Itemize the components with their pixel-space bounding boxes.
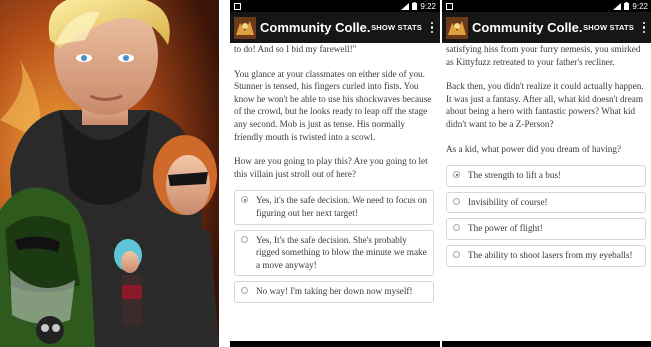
show-stats-button[interactable]: SHOW STATS [371,23,422,32]
app-logo-icon[interactable] [446,16,468,39]
system-nav-bar [230,341,440,347]
choice-option[interactable]: Invisibility of course! [446,191,646,214]
status-time: 9:22 [632,1,648,11]
app-title: Community Colle... [260,20,372,35]
story-paragraph: As a kid, what power did you dream of ha… [446,143,622,154]
radio-selected-icon[interactable] [241,196,248,204]
choice-list: Yes, it's the safe decision. We need to … [234,190,434,303]
system-nav-bar [442,341,651,347]
choice-option[interactable]: Yes, It's the safe decision. She's proba… [234,229,434,277]
radio-selected-icon[interactable] [453,171,460,179]
status-bar: 9:22 [230,0,440,12]
app-bar: Community Colle... SHOW STATS [230,12,440,43]
choice-option[interactable]: The ability to shoot lasers from my eyeb… [446,244,646,267]
choice-label: The ability to shoot lasers from my eyeb… [468,249,633,260]
choice-label: The strength to lift a bus! [468,170,562,181]
choice-list: The strength to lift a bus! Invisibility… [446,165,646,267]
signal-icon [401,2,410,10]
signal-icon [613,2,622,10]
show-stats-button[interactable]: SHOW STATS [583,23,634,32]
phone-screen-right: 9:22 Community Colle... SHOW STATS satis… [442,0,651,347]
story-text: to do! And so I bid my farewell!" You gl… [230,43,440,303]
story-paragraph: How are you going to play this? Are you … [234,156,428,179]
choice-label: Yes, it's the safe decision. We need to … [256,195,428,218]
app-title: Community Colle... [472,20,584,35]
battery-icon [412,2,418,10]
app-bar: Community Colle... SHOW STATS [442,12,651,43]
choice-option[interactable]: The strength to lift a bus! [446,165,646,187]
overflow-menu-icon[interactable] [428,21,436,34]
story-paragraph: Back then, you didn't realize it could a… [446,81,644,129]
cover-artwork [0,0,219,347]
choice-option[interactable]: The power of flight! [446,218,646,240]
story-text: satisfying hiss from your furry nemesis,… [442,43,651,267]
choice-option[interactable]: No way! I'm taking her down now myself! [234,281,434,303]
choice-label: The power of flight! [468,223,543,234]
choice-label: No way! I'm taking her down now myself! [256,286,413,297]
overflow-menu-icon[interactable] [640,21,648,34]
radio-icon[interactable] [453,250,460,258]
phone-screen-left: 9:22 Community Colle... SHOW STATS to do… [230,0,440,347]
status-time: 9:22 [420,1,436,11]
battery-icon [624,2,630,10]
app-logo-icon[interactable] [234,16,256,39]
story-paragraph: You glance at your classmates on either … [234,68,432,142]
story-paragraph: satisfying hiss from your furry nemesis,… [446,44,641,67]
story-paragraph: to do! And so I bid my farewell!" [234,44,357,54]
choice-label: Invisibility of course! [468,196,548,207]
radio-icon[interactable] [453,224,460,232]
radio-icon[interactable] [241,235,248,243]
choice-option[interactable]: Yes, it's the safe decision. We need to … [234,190,434,225]
notification-icon [446,2,453,10]
radio-icon[interactable] [241,287,248,295]
cover-illustration [0,0,219,347]
choice-label: Yes, It's the safe decision. She's proba… [256,234,427,270]
notification-icon [234,2,241,10]
status-bar: 9:22 [442,0,651,12]
radio-icon[interactable] [453,197,460,205]
